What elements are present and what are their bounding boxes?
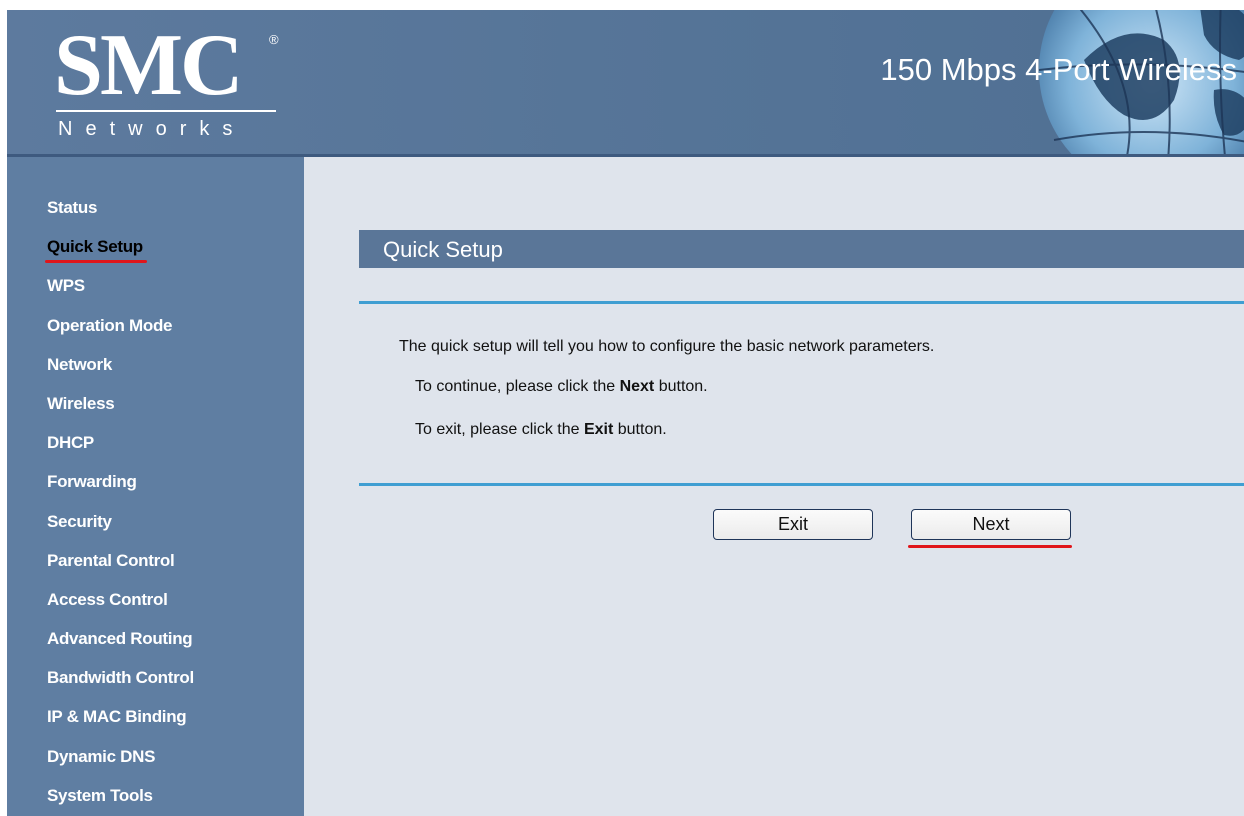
sidebar-item-label: Wireless: [47, 393, 115, 413]
sidebar-item-label: Dynamic DNS: [47, 746, 156, 766]
main-content: Quick Setup The quick setup will tell yo…: [304, 157, 1244, 816]
sidebar-item-label: Parental Control: [47, 550, 175, 570]
sidebar-item-wireless[interactable]: Wireless: [47, 391, 194, 430]
sidebar-item-bandwidth-control[interactable]: Bandwidth Control: [47, 665, 194, 704]
sidebar-item-wps[interactable]: WPS: [47, 273, 194, 312]
sidebar-item-forwarding[interactable]: Forwarding: [47, 469, 194, 508]
sidebar-item-network[interactable]: Network: [47, 352, 194, 391]
page-title: Quick Setup: [383, 237, 503, 262]
sidebar-item-ip-and-mac-binding[interactable]: IP & MAC Binding: [47, 704, 194, 743]
sidebar-item-label: Bandwidth Control: [47, 668, 194, 688]
sidebar-item-dhcp[interactable]: DHCP: [47, 430, 194, 469]
sidebar-item-parental-control[interactable]: Parental Control: [47, 548, 194, 587]
sidebar-item-dynamic-dns[interactable]: Dynamic DNS: [47, 744, 194, 783]
continue-prefix: To continue, please click the: [415, 378, 620, 395]
product-title: 150 Mbps 4-Port Wireless: [880, 52, 1237, 87]
smc-logo: SMC ® Networks: [54, 17, 294, 146]
sidebar-item-quick-setup[interactable]: Quick Setup: [45, 234, 194, 273]
intro-text: The quick setup will tell you how to con…: [399, 338, 935, 355]
sidebar-item-label: WPS: [47, 276, 85, 296]
sidebar-item-security[interactable]: Security: [47, 509, 194, 548]
sidebar-item-access-control[interactable]: Access Control: [47, 587, 194, 626]
top-divider: [359, 301, 1244, 304]
exit-button[interactable]: Exit: [713, 509, 873, 540]
sidebar-item-label: IP & MAC Binding: [47, 707, 187, 727]
sidebar-item-label: Network: [47, 354, 112, 374]
registered-mark: ®: [269, 32, 279, 47]
sidebar-item-operation-mode[interactable]: Operation Mode: [47, 313, 194, 352]
sidebar-item-advanced-routing[interactable]: Advanced Routing: [47, 626, 194, 665]
sidebar-item-label: Status: [47, 198, 98, 217]
next-button[interactable]: Next: [911, 509, 1071, 540]
continue-suffix: button.: [654, 378, 708, 395]
sidebar-item-label: Access Control: [47, 589, 168, 609]
section-title-bar: Quick Setup: [359, 230, 1244, 268]
logo-subtext: Networks: [58, 118, 246, 140]
sidebar-item-label: Operation Mode: [47, 315, 173, 335]
exit-keyword: Exit: [583, 421, 614, 438]
sidebar-item-status[interactable]: Status: [47, 195, 194, 234]
exit-prefix: To exit, please click the: [415, 421, 584, 438]
page-header: SMC ® Networks 150 Mbps 4-Port Wireless: [7, 10, 1244, 154]
next-highlight-underline: [908, 545, 1072, 548]
exit-suffix: button.: [613, 421, 667, 438]
exit-instruction: To exit, please click the Exit button.: [415, 421, 667, 439]
sidebar-item-label: DHCP: [47, 433, 94, 453]
sidebar-item-label: Security: [47, 511, 112, 531]
logo-wordmark: SMC: [54, 17, 244, 114]
sidebar-nav: Status Quick Setup WPS Operation Mode Networ…: [45, 195, 194, 816]
continue-instruction: To continue, please click the Next butto…: [415, 378, 708, 396]
continue-keyword: Next: [619, 378, 655, 395]
sidebar: Status Quick Setup WPS Operation Mode Networ…: [7, 157, 304, 816]
sidebar-item-label: Quick Setup: [45, 234, 147, 264]
sidebar-item-label: Forwarding: [47, 472, 137, 492]
logo-divider: [56, 110, 276, 112]
sidebar-item-label: Advanced Routing: [47, 629, 193, 649]
bottom-divider: [359, 483, 1244, 486]
sidebar-item-label: System Tools: [47, 785, 153, 805]
sidebar-item-system-tools[interactable]: System Tools: [47, 783, 194, 816]
